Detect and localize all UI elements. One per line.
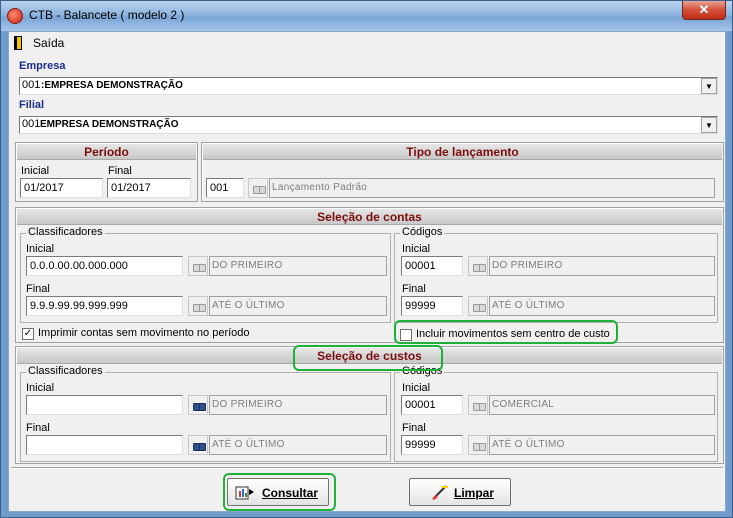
title-bar: CTB - Balancete ( modelo 2 ) ✕ — [1, 1, 732, 31]
empresa-code: 001 — [22, 79, 41, 91]
custos-class-initial-input[interactable] — [26, 395, 183, 415]
binoculars-icon[interactable] — [468, 296, 488, 316]
binoculars-icon[interactable] — [188, 256, 208, 276]
contas-class-final-input[interactable]: 9.9.9.99.99.999.999 — [26, 296, 183, 316]
app-icon — [7, 8, 23, 24]
contas-cod-final-input[interactable]: 99999 — [401, 296, 463, 316]
periodo-initial-label: Inicial — [21, 165, 50, 177]
contas-class-initial-label: Inicial — [26, 243, 55, 255]
custos-cod-final-desc: ATÉ O ÚLTIMO — [489, 435, 715, 455]
window-title: CTB - Balancete ( modelo 2 ) — [29, 8, 185, 22]
custos-codigos-fieldset: Códigos Inicial 00001 COMERCIAL Final 99… — [394, 365, 718, 462]
custos-class-final-input[interactable] — [26, 435, 183, 455]
binoculars-icon[interactable] — [468, 395, 488, 415]
custos-cod-initial-desc: COMERCIAL — [489, 395, 715, 415]
exit-menu-item[interactable]: Saída — [11, 35, 64, 51]
sem-movimento-label: Imprimir contas sem movimento no período — [38, 327, 250, 339]
binoculars-icon[interactable] — [188, 435, 208, 455]
tipo-lancamento-group: Tipo de lançamento 001 Lançamento Padrão — [201, 142, 724, 202]
contas-class-final-desc: ATÉ O ÚLTIMO — [209, 296, 387, 316]
filial-label: Filial — [19, 99, 45, 111]
binoculars-icon[interactable] — [188, 395, 208, 415]
periodo-final-label: Final — [108, 165, 132, 177]
highlight-selecao-custos — [293, 345, 443, 371]
close-button[interactable]: ✕ — [682, 1, 726, 20]
periodo-initial-input[interactable]: 01/2017 — [20, 178, 103, 198]
binoculars-icon[interactable] — [468, 256, 488, 276]
periodo-title: Período — [17, 144, 196, 160]
contas-cod-initial-input[interactable]: 00001 — [401, 256, 463, 276]
filial-code: 001 — [22, 118, 41, 130]
contas-codigos-legend: Códigos — [400, 226, 445, 238]
limpar-label: Limpar — [454, 486, 495, 500]
highlight-sem-centro-custo — [394, 320, 618, 344]
custos-cod-final-input[interactable]: 99999 — [401, 435, 463, 455]
limpar-button[interactable]: Limpar — [409, 478, 511, 506]
highlight-consultar — [223, 473, 336, 511]
tipo-description: Lançamento Padrão — [269, 178, 715, 198]
custos-classificadores-legend: Classificadores — [26, 365, 105, 377]
contas-classificadores-fieldset: Classificadores Inicial 0.0.0.00.00.000.… — [20, 226, 391, 323]
eraser-brush-icon — [432, 485, 448, 500]
binoculars-icon[interactable] — [188, 296, 208, 316]
custos-class-final-label: Final — [26, 422, 50, 434]
periodo-final-input[interactable]: 01/2017 — [107, 178, 191, 198]
menu-bar: Saída — [9, 32, 725, 54]
contas-title: Seleção de contas — [17, 209, 722, 225]
client-area: Saída Empresa 001 :EMPRESA DEMONSTRAÇÃO … — [8, 31, 726, 512]
custos-class-initial-label: Inicial — [26, 382, 55, 394]
contas-cod-initial-label: Inicial — [402, 243, 431, 255]
contas-codigos-fieldset: Códigos Inicial 00001 DO PRIMEIRO Final … — [394, 226, 718, 323]
contas-cod-initial-desc: DO PRIMEIRO — [489, 256, 715, 276]
chevron-down-icon[interactable]: ▼ — [701, 117, 717, 133]
app-window: CTB - Balancete ( modelo 2 ) ✕ Saída Emp… — [0, 0, 733, 518]
empresa-select[interactable]: 001 :EMPRESA DEMONSTRAÇÃO ▼ — [19, 77, 718, 95]
tipo-lancamento-title: Tipo de lançamento — [203, 144, 722, 160]
empresa-label: Empresa — [19, 60, 66, 72]
filial-select[interactable]: 001 EMPRESA DEMONSTRAÇÃO ▼ — [19, 116, 718, 134]
sem-movimento-checkbox[interactable]: ✓ — [22, 328, 34, 340]
chevron-down-icon[interactable]: ▼ — [701, 78, 717, 94]
exit-menu-label: Saída — [33, 36, 65, 50]
custos-classificadores-fieldset: Classificadores Inicial DO PRIMEIRO Fina… — [20, 365, 391, 462]
custos-cod-final-label: Final — [402, 422, 426, 434]
custos-cod-initial-label: Inicial — [402, 382, 431, 394]
custos-class-initial-desc: DO PRIMEIRO — [209, 395, 387, 415]
periodo-group: Período Inicial 01/2017 Final 01/2017 — [15, 142, 198, 202]
footer-separator — [11, 467, 723, 468]
contas-class-final-label: Final — [26, 283, 50, 295]
binoculars-icon[interactable] — [468, 435, 488, 455]
binoculars-icon[interactable] — [248, 178, 268, 198]
contas-class-initial-input[interactable]: 0.0.0.00.00.000.000 — [26, 256, 183, 276]
tipo-code-input[interactable]: 001 — [206, 178, 244, 198]
contas-classificadores-legend: Classificadores — [26, 226, 105, 238]
contas-class-initial-desc: DO PRIMEIRO — [209, 256, 387, 276]
contas-cod-final-label: Final — [402, 283, 426, 295]
contas-cod-final-desc: ATÉ O ÚLTIMO — [489, 296, 715, 316]
custos-cod-initial-input[interactable]: 00001 — [401, 395, 463, 415]
custos-class-final-desc: ATÉ O ÚLTIMO — [209, 435, 387, 455]
filial-name: EMPRESA DEMONSTRAÇÃO — [40, 119, 179, 130]
contas-group: Seleção de contas Classificadores Inicia… — [15, 207, 724, 343]
empresa-name: :EMPRESA DEMONSTRAÇÃO — [41, 80, 183, 91]
exit-door-icon — [14, 36, 22, 50]
